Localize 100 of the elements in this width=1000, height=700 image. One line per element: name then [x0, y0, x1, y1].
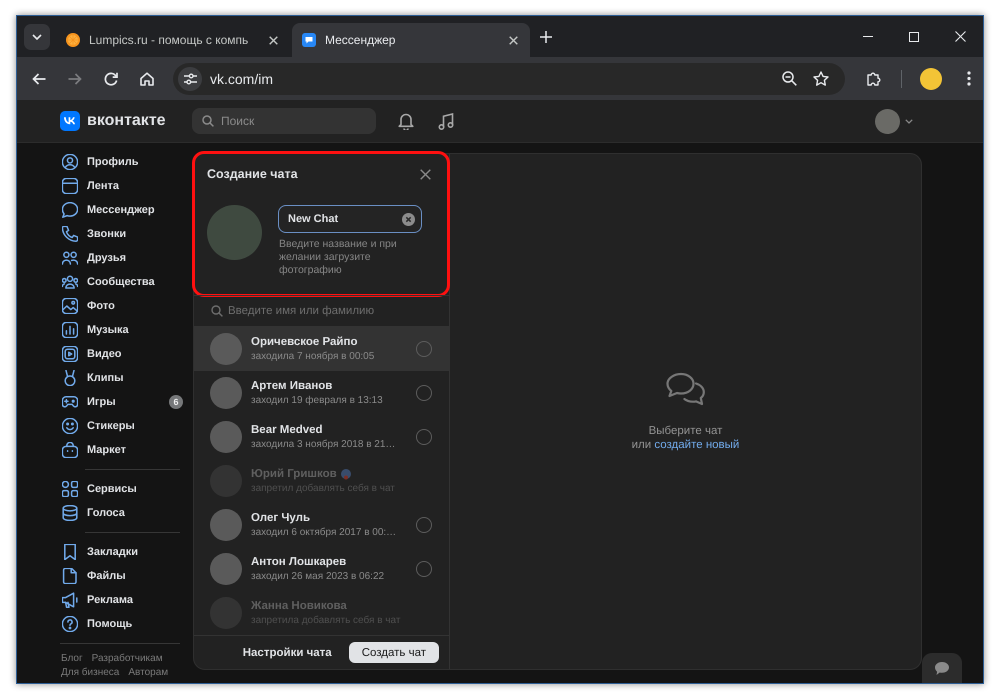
- close-icon: [954, 31, 966, 42]
- sidebar-item[interactable]: Лента: [56, 174, 190, 198]
- document-icon: [62, 568, 78, 584]
- contact-status: заходила 7 ноября в 00:05: [251, 350, 376, 364]
- profile-avatar[interactable]: [875, 108, 900, 134]
- sidebar-item[interactable]: Мессенджер: [56, 198, 190, 222]
- browser-tab[interactable]: Lumpics.ru - помощь с компь: [56, 23, 290, 57]
- footer-link[interactable]: Для бизнеса: [61, 666, 120, 680]
- plus-icon: [540, 30, 552, 42]
- contact-row[interactable]: Антон Лошкарев заходил 26 мая 2023 в 06:22: [194, 547, 449, 591]
- contact-row[interactable]: Артем Иванов заходил 19 февраля в 13:13: [194, 371, 449, 415]
- sidebar-item[interactable]: Фото: [56, 294, 190, 318]
- browser-profile-avatar: [920, 68, 942, 90]
- sidebar-item[interactable]: Маркет: [56, 438, 190, 462]
- create-chat-button[interactable]: Создать чат: [348, 642, 439, 663]
- contact-status: заходила 3 ноября 2018 в 21…: [251, 438, 396, 452]
- contact-avatar: [210, 509, 242, 541]
- gamepad-icon: [62, 394, 78, 410]
- minimize-icon: [863, 36, 873, 37]
- sidebar-item[interactable]: Звонки: [56, 222, 190, 246]
- citrus-icon: [66, 33, 80, 47]
- site-info-button[interactable]: [178, 66, 202, 90]
- sidebar-item[interactable]: Друзья: [56, 246, 190, 270]
- sidebar-item[interactable]: Помощь: [56, 612, 190, 636]
- sidebar-item[interactable]: Закладки: [56, 540, 190, 564]
- contact-row[interactable]: Bear Medved заходила 3 ноября 2018 в 21…: [194, 415, 449, 459]
- contact-avatar: [210, 553, 242, 585]
- close-icon: [508, 36, 518, 44]
- help-icon: [62, 616, 78, 632]
- contact-row[interactable]: Оричевское Райпо заходила 7 ноября в 00:05: [194, 327, 449, 371]
- chat-bubble-icon: [935, 662, 949, 674]
- messages-button[interactable]: [922, 653, 962, 683]
- chevron-down-icon: [32, 34, 42, 40]
- select-radio[interactable]: [416, 341, 432, 357]
- contact-row[interactable]: Олег Чуль заходил 6 октября 2017 в 00:…: [194, 503, 449, 547]
- create-new-link[interactable]: создайте новый: [654, 438, 740, 450]
- panel-title: Создание чата: [207, 167, 298, 181]
- chats-icon: [666, 372, 706, 406]
- sidebar-item[interactable]: Сервисы: [56, 477, 190, 501]
- database-icon: [62, 505, 78, 521]
- member-search-field[interactable]: Введите имя или фамилию: [194, 295, 449, 327]
- select-radio[interactable]: [416, 561, 432, 577]
- sidebar-item[interactable]: Голоса: [56, 501, 190, 525]
- chevron-down-icon[interactable]: [905, 118, 913, 124]
- contact-status: заходил 26 мая 2023 в 06:22: [251, 570, 386, 584]
- sidebar-item[interactable]: Сообщества: [56, 270, 190, 294]
- search-icon: [202, 115, 214, 127]
- count-badge: 6: [169, 395, 183, 409]
- contact-avatar: [210, 377, 242, 409]
- people-icon: [62, 250, 78, 266]
- clear-icon[interactable]: [402, 212, 415, 226]
- grid-icon: [62, 481, 78, 497]
- sidebar-item[interactable]: Клипы: [56, 366, 190, 390]
- phone-icon: [62, 226, 78, 242]
- contact-name: Олег Чуль: [251, 510, 310, 526]
- contact-name: Юрий Гришков: [251, 466, 337, 482]
- footer-link[interactable]: Авторам: [128, 666, 168, 680]
- contact-name: Жанна Новикова: [251, 598, 347, 614]
- select-radio[interactable]: [416, 385, 432, 401]
- sidebar-item[interactable]: Видео: [56, 342, 190, 366]
- contact-name: Оричевское Райпо: [251, 334, 358, 350]
- bag-icon: [62, 442, 78, 458]
- footer-link[interactable]: Блог: [61, 652, 83, 666]
- equalizer-icon: [62, 322, 78, 338]
- browser-tab[interactable]: Мессенджер: [292, 23, 530, 57]
- close-icon: [268, 36, 278, 44]
- sidebar-item[interactable]: Профиль: [56, 150, 190, 174]
- tab-search-button[interactable]: [24, 24, 50, 50]
- logo-text[interactable]: вконтакте: [87, 112, 166, 130]
- smiley-icon: [62, 418, 78, 434]
- address-bar[interactable]: vk.com/im: [173, 62, 845, 94]
- contact-status: заходил 6 октября 2017 в 00:…: [251, 526, 398, 540]
- sidebar-item[interactable]: Игры 6: [56, 390, 190, 414]
- chat-name-field[interactable]: New Chat: [278, 205, 422, 233]
- contact-avatar: [210, 333, 242, 365]
- footer-link[interactable]: Разработчикам: [92, 652, 163, 666]
- maximize-icon: [909, 32, 919, 42]
- sidebar-item[interactable]: Музыка: [56, 318, 190, 342]
- logo-icon[interactable]: [60, 111, 80, 131]
- contact-name: Артем Иванов: [251, 378, 332, 394]
- user-icon: [62, 154, 78, 170]
- select-radio[interactable]: [416, 517, 432, 533]
- reload-icon: [104, 72, 118, 86]
- select-radio[interactable]: [416, 429, 432, 445]
- url-text: vk.com/im: [210, 70, 273, 86]
- menu-icon: [967, 71, 971, 86]
- chat-bubble-icon: [62, 202, 78, 218]
- zoom-out-icon: [782, 71, 796, 86]
- sidebar-item[interactable]: Файлы: [56, 564, 190, 588]
- star-icon: [813, 71, 829, 86]
- empty-state-message: Выберите чат или создайте новый: [632, 424, 740, 452]
- arrow-right-icon: [68, 72, 82, 84]
- sidebar-item[interactable]: Реклама: [56, 588, 190, 612]
- puzzle-icon: [866, 71, 882, 86]
- search-field[interactable]: Поиск: [192, 108, 376, 134]
- chat-settings-button[interactable]: Настройки чата: [242, 646, 332, 658]
- sidebar-item[interactable]: Стикеры: [56, 414, 190, 438]
- medal-icon: [62, 370, 78, 386]
- contact-status: заходил 19 февраля в 13:13: [251, 394, 384, 408]
- group-icon: [62, 274, 78, 290]
